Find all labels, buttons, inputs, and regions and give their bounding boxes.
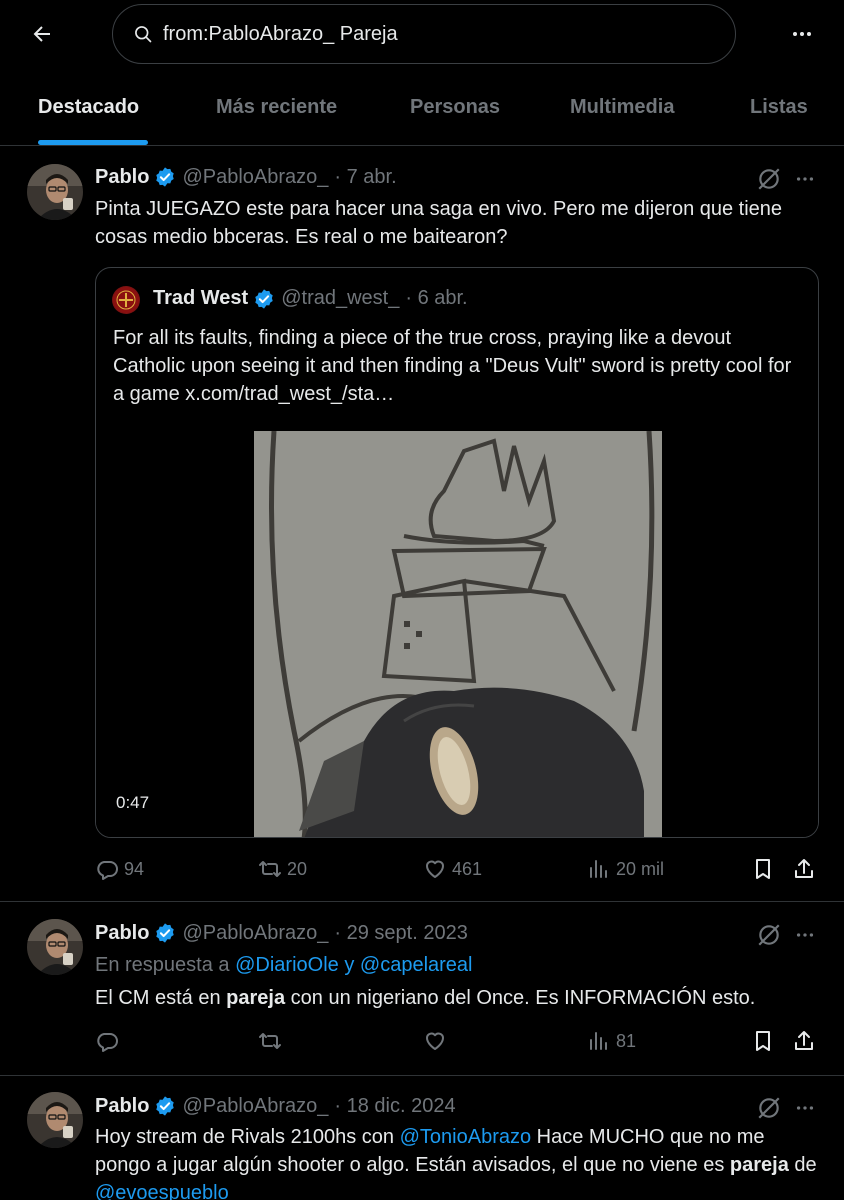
mention-link[interactable]: @TonioAbrazo bbox=[400, 1126, 531, 1148]
like-button[interactable] bbox=[423, 1029, 447, 1053]
search-input[interactable] bbox=[163, 22, 703, 46]
user-handle[interactable]: @PabloAbrazo_ bbox=[182, 922, 328, 945]
user-handle[interactable]: @PabloAbrazo_ bbox=[182, 166, 328, 189]
views-button[interactable]: 81 bbox=[587, 1029, 636, 1053]
tweet-header: Pablo @PabloAbrazo_ · 7 abr. bbox=[95, 164, 397, 190]
views-icon bbox=[590, 1032, 607, 1050]
back-arrow-icon[interactable] bbox=[26, 18, 58, 50]
video-duration: 0:47 bbox=[116, 793, 150, 812]
video-thumbnail bbox=[254, 431, 662, 837]
search-icon bbox=[135, 26, 152, 43]
avatar[interactable] bbox=[27, 919, 83, 975]
reply-button[interactable]: 94 bbox=[95, 857, 144, 881]
tweet-text: Pinta JUEGAZO este para hacer una saga e… bbox=[95, 198, 783, 248]
mention-link[interactable]: @DiarioOle bbox=[235, 954, 339, 976]
retweet-icon bbox=[259, 861, 281, 877]
tweet[interactable]: Pablo @PabloAbrazo_ · 7 abr. Pinta JUEGA… bbox=[0, 147, 844, 902]
tweet-actions: 94 20 461 20 mil bbox=[95, 857, 825, 887]
reply-icon bbox=[97, 1033, 118, 1052]
avatar[interactable] bbox=[27, 1092, 83, 1148]
bookmark-icon bbox=[756, 1031, 770, 1051]
bookmark-button[interactable] bbox=[751, 1029, 775, 1053]
tab-multimedia[interactable]: Multimedia bbox=[570, 96, 674, 119]
display-name[interactable]: Pablo bbox=[95, 922, 149, 945]
quoted-display-name[interactable]: Trad West bbox=[153, 287, 248, 310]
heart-icon bbox=[426, 1032, 444, 1050]
view-count: 20 mil bbox=[616, 858, 665, 879]
tweet-actions: 81 bbox=[95, 1029, 825, 1059]
views-icon bbox=[590, 860, 607, 878]
view-count: 81 bbox=[616, 1030, 637, 1051]
bookmark-icon bbox=[756, 859, 770, 879]
share-icon bbox=[795, 1031, 813, 1050]
more-options-icon[interactable] bbox=[794, 168, 816, 190]
quoted-tweet[interactable]: Trad West @trad_west_ · 6 abr. For all i… bbox=[95, 267, 819, 838]
views-button[interactable]: 20 mil bbox=[587, 857, 664, 881]
tweet[interactable]: Pablo @PabloAbrazo_ · 18 dic. 2024 Hoy s… bbox=[0, 1076, 844, 1200]
highlighted-term: pareja bbox=[226, 987, 286, 1009]
retweet-button[interactable]: 20 bbox=[258, 857, 307, 881]
tab-mas-reciente[interactable]: Más reciente bbox=[216, 96, 337, 119]
share-button[interactable] bbox=[792, 857, 816, 881]
grok-icon[interactable] bbox=[756, 1095, 782, 1121]
retweet-button[interactable] bbox=[258, 1029, 282, 1053]
heart-icon bbox=[426, 860, 444, 878]
quoted-handle[interactable]: @trad_west_ bbox=[281, 287, 399, 310]
share-button[interactable] bbox=[792, 1029, 816, 1053]
reply-count: 94 bbox=[124, 858, 145, 879]
top-bar bbox=[0, 0, 844, 70]
quoted-date[interactable]: · 6 abr. bbox=[405, 287, 467, 310]
active-tab-indicator bbox=[38, 140, 148, 145]
tweet-date[interactable]: · 7 abr. bbox=[334, 166, 396, 189]
mention-link[interactable]: @capelareal bbox=[360, 954, 473, 976]
verified-badge-icon bbox=[255, 288, 273, 309]
reply-context: En respuesta a @DiarioOle y @capelareal bbox=[95, 954, 473, 976]
search-tabs: Destacado Más reciente Personas Multimed… bbox=[0, 78, 844, 146]
video-player[interactable]: 0:47 bbox=[96, 431, 818, 837]
tab-personas[interactable]: Personas bbox=[410, 96, 500, 119]
more-options-icon[interactable] bbox=[786, 18, 818, 50]
highlighted-term: pareja bbox=[729, 1154, 789, 1176]
search-box[interactable] bbox=[112, 4, 736, 64]
share-icon bbox=[795, 859, 813, 878]
more-options-icon[interactable] bbox=[794, 924, 816, 946]
tweet-text: El CM está en pareja con un nigeriano de… bbox=[95, 987, 756, 1009]
like-button[interactable]: 461 bbox=[423, 857, 482, 881]
quoted-link[interactable]: x.com/trad_west_/sta… bbox=[185, 383, 394, 405]
tweet-date[interactable]: · 18 dic. 2024 bbox=[334, 1095, 455, 1118]
tweet-text: Hoy stream de Rivals 2100hs con @TonioAb… bbox=[95, 1123, 825, 1200]
tweet-header: Pablo @PabloAbrazo_ · 29 sept. 2023 bbox=[95, 920, 468, 946]
grok-icon[interactable] bbox=[756, 922, 782, 948]
verified-badge-icon bbox=[156, 167, 175, 187]
tweet-header: Pablo @PabloAbrazo_ · 18 dic. 2024 bbox=[95, 1093, 456, 1119]
retweet-count: 20 bbox=[287, 858, 308, 879]
reply-icon bbox=[97, 861, 118, 880]
display-name[interactable]: Pablo bbox=[95, 166, 149, 189]
tab-destacado[interactable]: Destacado bbox=[38, 96, 139, 119]
tweet-date[interactable]: · 29 sept. 2023 bbox=[334, 922, 467, 945]
avatar[interactable] bbox=[27, 164, 83, 220]
like-count: 461 bbox=[452, 858, 483, 879]
more-options-icon[interactable] bbox=[794, 1097, 816, 1119]
reply-button[interactable] bbox=[95, 1029, 119, 1053]
retweet-icon bbox=[259, 1033, 281, 1049]
bookmark-button[interactable] bbox=[751, 857, 775, 881]
user-handle[interactable]: @PabloAbrazo_ bbox=[182, 1095, 328, 1118]
tab-listas[interactable]: Listas bbox=[750, 96, 808, 119]
quoted-avatar[interactable] bbox=[112, 286, 140, 314]
display-name[interactable]: Pablo bbox=[95, 1095, 149, 1118]
quoted-header: Trad West @trad_west_ · 6 abr. bbox=[153, 287, 468, 310]
quoted-text: For all its faults, finding a piece of t… bbox=[113, 327, 792, 405]
tweet[interactable]: Pablo @PabloAbrazo_ · 29 sept. 2023 En r… bbox=[0, 902, 844, 1076]
verified-badge-icon bbox=[156, 923, 175, 943]
verified-badge-icon bbox=[156, 1096, 175, 1116]
grok-icon[interactable] bbox=[756, 166, 782, 192]
mention-link[interactable]: @evoespueblo bbox=[95, 1182, 229, 1200]
